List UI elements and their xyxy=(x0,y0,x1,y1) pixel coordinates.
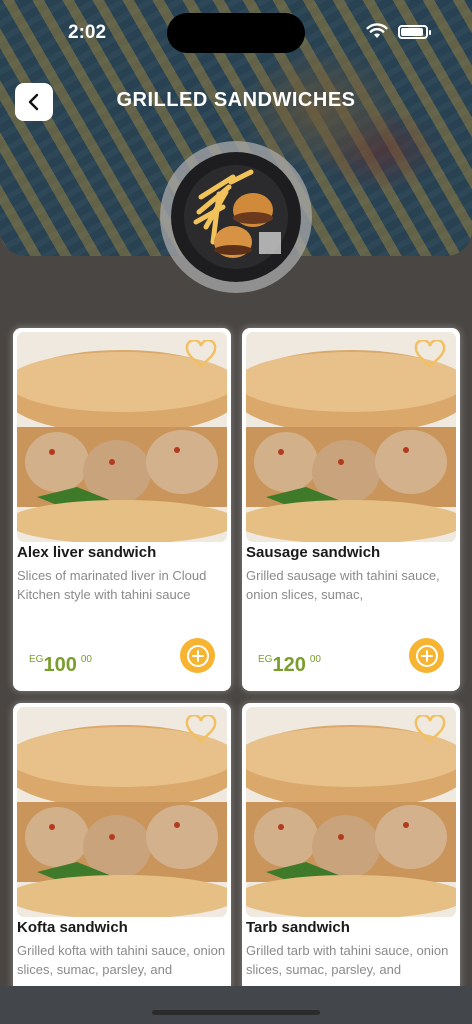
page-title: GRILLED SANDWICHES xyxy=(116,89,356,111)
product-description: Grilled sausage with tahini sauce, onion… xyxy=(246,568,440,602)
product-card[interactable]: Kofta sandwich Grilled kofta with tahini… xyxy=(13,703,231,1003)
price-decimal: 00 xyxy=(80,654,92,665)
product-image xyxy=(246,707,456,917)
product-card[interactable]: Sausage sandwich Grilled sausage with ta… xyxy=(242,328,460,691)
heart-outline-icon[interactable] xyxy=(185,340,217,368)
product-image xyxy=(17,707,227,917)
plus-circle-icon xyxy=(186,644,209,667)
status-time: 2:02 xyxy=(68,22,107,43)
product-name: Sausage sandwich xyxy=(246,544,381,561)
product-image xyxy=(17,332,227,542)
price-value: 100 xyxy=(43,654,77,676)
wifi-icon xyxy=(366,23,388,38)
product-image xyxy=(246,332,456,542)
battery-icon xyxy=(398,25,431,39)
product-name: Alex liver sandwich xyxy=(17,544,157,561)
category-image-frame xyxy=(160,141,312,293)
product-card[interactable]: Alex liver sandwich Slices of marinated … xyxy=(13,328,231,691)
price-value: 120 xyxy=(272,654,306,676)
add-to-cart-button[interactable] xyxy=(180,638,215,673)
add-to-cart-button[interactable] xyxy=(409,638,444,673)
dynamic-island xyxy=(167,13,305,53)
price-decimal: 00 xyxy=(309,654,321,665)
product-name: Tarb sandwich xyxy=(246,919,350,936)
product-description: Slices of marinated liver in Cloud Kitch… xyxy=(17,568,207,602)
price-currency: EG xyxy=(29,654,44,665)
product-description: Grilled kofta with tahini sauce, onion s… xyxy=(17,943,226,977)
heart-outline-icon[interactable] xyxy=(414,715,446,743)
product-card[interactable]: Tarb sandwich Grilled tarb with tahini s… xyxy=(242,703,460,1003)
status-bar: 2:02 xyxy=(0,0,472,60)
product-price: EG120 00 xyxy=(258,654,321,677)
home-indicator[interactable] xyxy=(152,1010,320,1015)
product-description: Grilled tarb with tahini sauce, onion sl… xyxy=(246,943,449,977)
product-price: EG100 00 xyxy=(29,654,92,677)
category-image xyxy=(171,152,301,282)
product-name: Kofta sandwich xyxy=(17,919,128,936)
bottom-bar xyxy=(0,986,472,1024)
plus-circle-icon xyxy=(415,644,438,667)
price-currency: EG xyxy=(258,654,273,665)
heart-outline-icon[interactable] xyxy=(414,340,446,368)
heart-outline-icon[interactable] xyxy=(185,715,217,743)
